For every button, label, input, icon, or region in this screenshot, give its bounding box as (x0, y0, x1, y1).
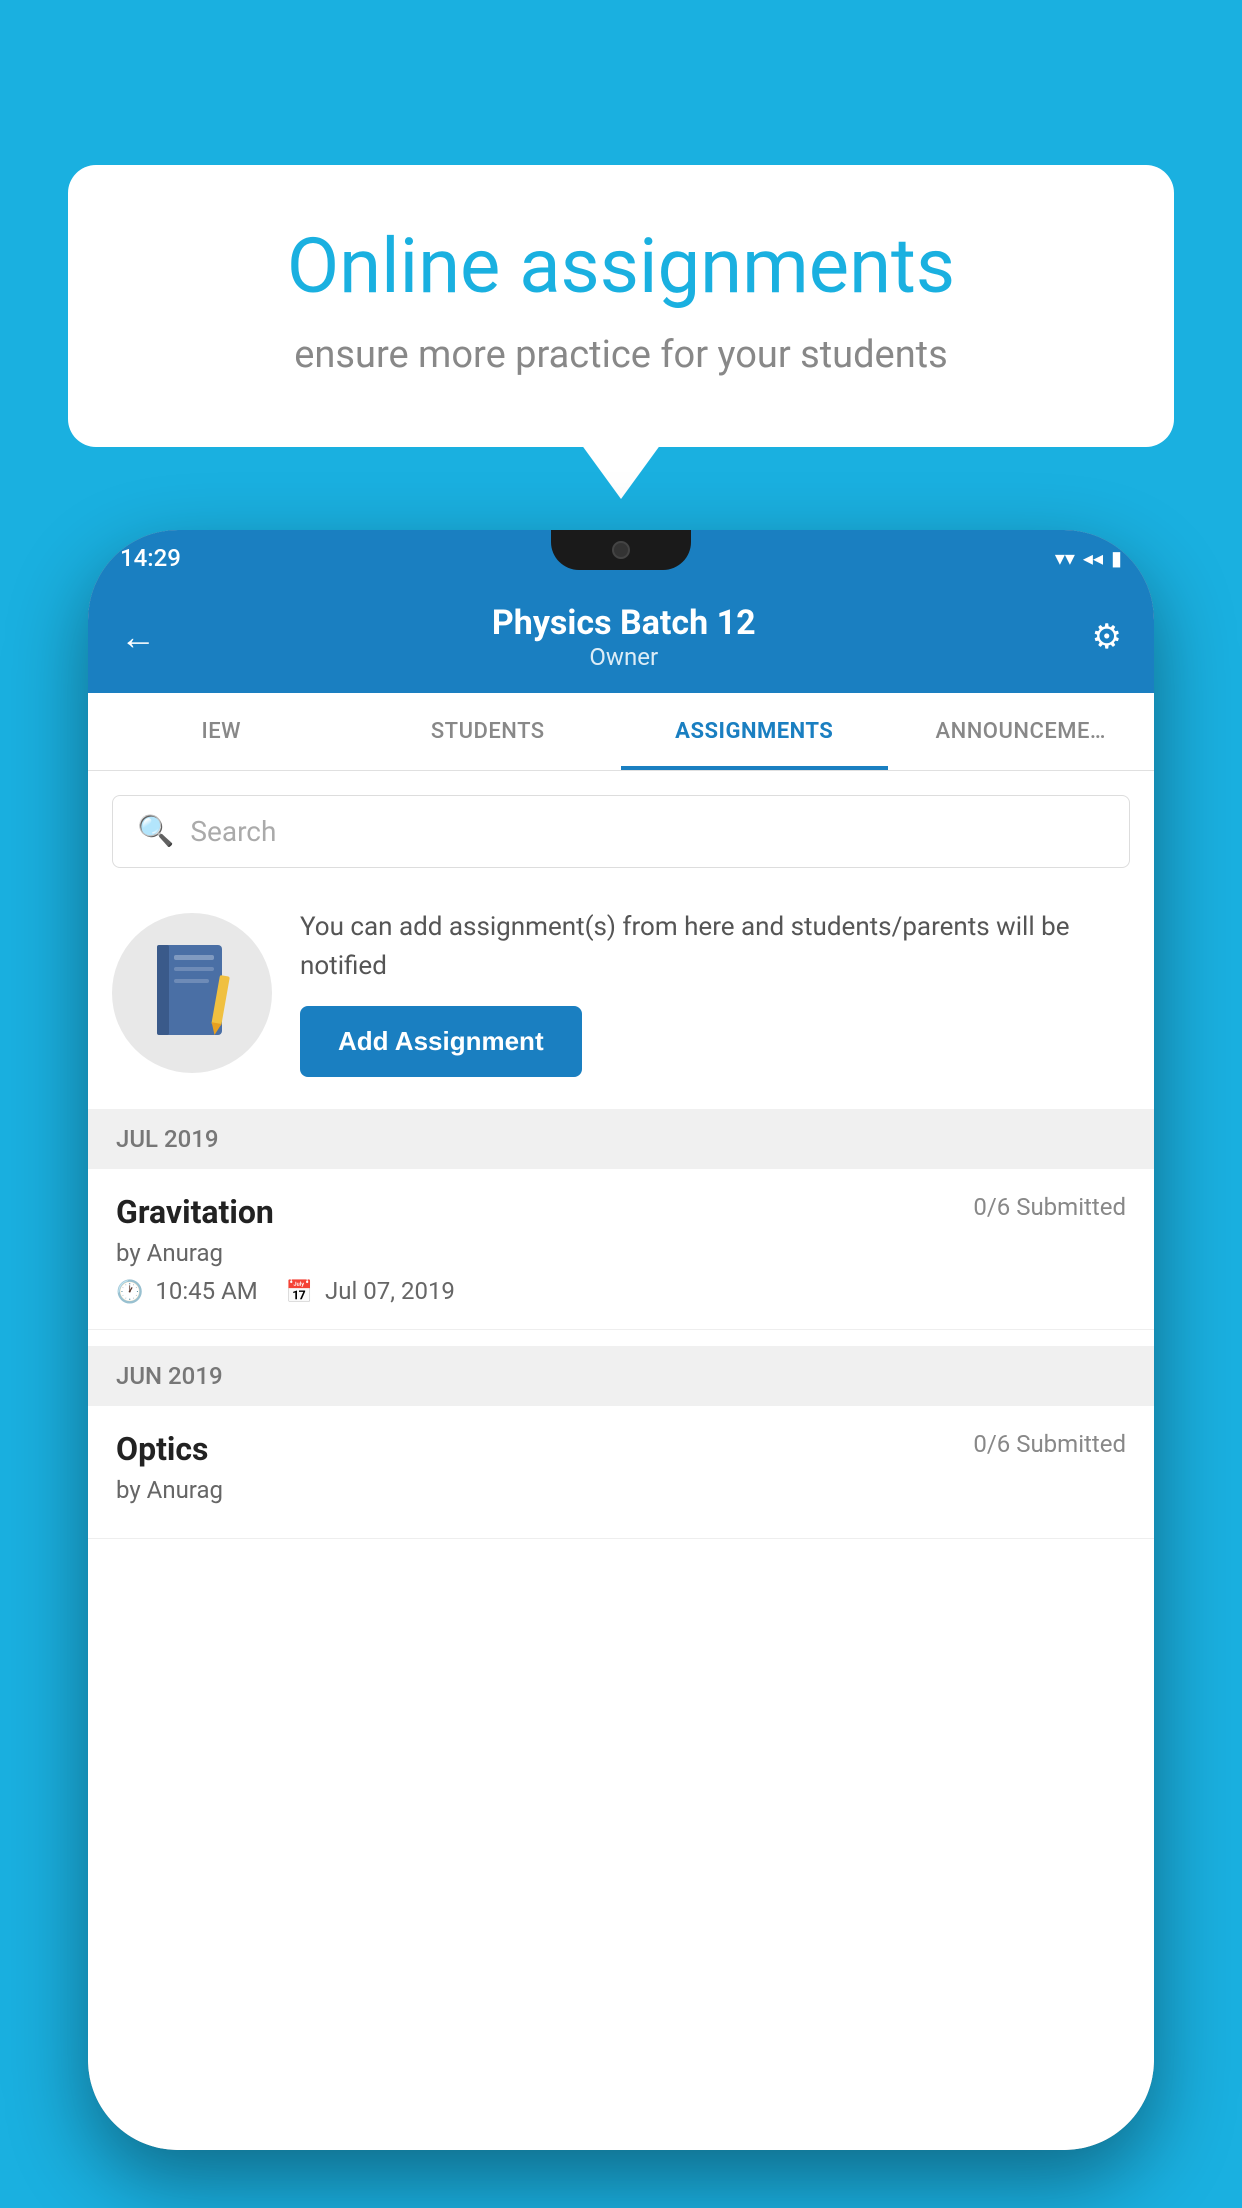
info-card: You can add assignment(s) from here and … (112, 892, 1130, 1093)
tab-assignments[interactable]: ASSIGNMENTS (621, 693, 888, 770)
info-description: You can add assignment(s) from here and … (300, 908, 1130, 986)
assignment-item-optics[interactable]: Optics 0/6 Submitted by Anurag (88, 1406, 1154, 1539)
screen-content: 🔍 Search (88, 771, 1154, 2150)
add-assignment-button[interactable]: Add Assignment (300, 1006, 582, 1077)
assignment-icon-circle (112, 913, 272, 1073)
header-center: Physics Batch 12 Owner (492, 603, 756, 671)
signal-icon: ◂◂ (1083, 546, 1103, 570)
assignment-name-optics: Optics (116, 1430, 208, 1468)
assignment-submitted: 0/6 Submitted (973, 1193, 1126, 1221)
header-subtitle: Owner (492, 643, 756, 671)
phone-inner: 14:29 ▾▾ ◂◂ ▮ ← Physics Batch 12 Owner ⚙… (88, 530, 1154, 2150)
speech-bubble-container: Online assignments ensure more practice … (68, 165, 1174, 447)
date-meta: 📅 Jul 07, 2019 (286, 1277, 455, 1305)
assignment-item-gravitation[interactable]: Gravitation 0/6 Submitted by Anurag 🕐 10… (88, 1169, 1154, 1330)
speech-bubble-title: Online assignments (138, 225, 1104, 309)
search-placeholder: Search (190, 815, 276, 848)
back-button[interactable]: ← (120, 616, 156, 658)
search-icon: 🔍 (137, 814, 174, 849)
tab-announcements[interactable]: ANNOUNCEME… (888, 693, 1155, 770)
status-icons: ▾▾ ◂◂ ▮ (1055, 546, 1122, 570)
speech-bubble: Online assignments ensure more practice … (68, 165, 1174, 447)
assignment-by: by Anurag (116, 1239, 1126, 1267)
status-bar: 14:29 ▾▾ ◂◂ ▮ (88, 530, 1154, 585)
clock-icon: 🕐 (116, 1280, 143, 1305)
app-header: ← Physics Batch 12 Owner ⚙ (88, 585, 1154, 693)
section-header-jun: JUN 2019 (88, 1346, 1154, 1406)
assignment-name: Gravitation (116, 1193, 274, 1231)
search-bar[interactable]: 🔍 Search (112, 795, 1130, 868)
section-header-jul: JUL 2019 (88, 1109, 1154, 1169)
phone-frame: 14:29 ▾▾ ◂◂ ▮ ← Physics Batch 12 Owner ⚙… (88, 530, 1154, 2150)
info-text: You can add assignment(s) from here and … (300, 908, 1130, 1077)
phone-notch (551, 530, 691, 570)
status-time: 14:29 (120, 544, 181, 572)
notebook-svg (152, 945, 232, 1040)
tab-bar: IEW STUDENTS ASSIGNMENTS ANNOUNCEME… (88, 693, 1154, 771)
time-meta: 🕐 10:45 AM (116, 1277, 258, 1305)
tab-students[interactable]: STUDENTS (355, 693, 622, 770)
phone-camera (612, 541, 630, 559)
settings-button[interactable]: ⚙ (1092, 617, 1122, 657)
assignment-item-header-optics: Optics 0/6 Submitted (116, 1430, 1126, 1468)
wifi-icon: ▾▾ (1055, 546, 1075, 570)
speech-bubble-subtitle: ensure more practice for your students (138, 333, 1104, 377)
assignment-item-header: Gravitation 0/6 Submitted (116, 1193, 1126, 1231)
tab-iew[interactable]: IEW (88, 693, 355, 770)
assignment-meta: 🕐 10:45 AM 📅 Jul 07, 2019 (116, 1277, 1126, 1305)
assignment-by-optics: by Anurag (116, 1476, 1126, 1504)
battery-icon: ▮ (1111, 546, 1122, 570)
calendar-icon: 📅 (286, 1280, 313, 1305)
header-title: Physics Batch 12 (492, 603, 756, 643)
assignment-submitted-optics: 0/6 Submitted (973, 1430, 1126, 1458)
